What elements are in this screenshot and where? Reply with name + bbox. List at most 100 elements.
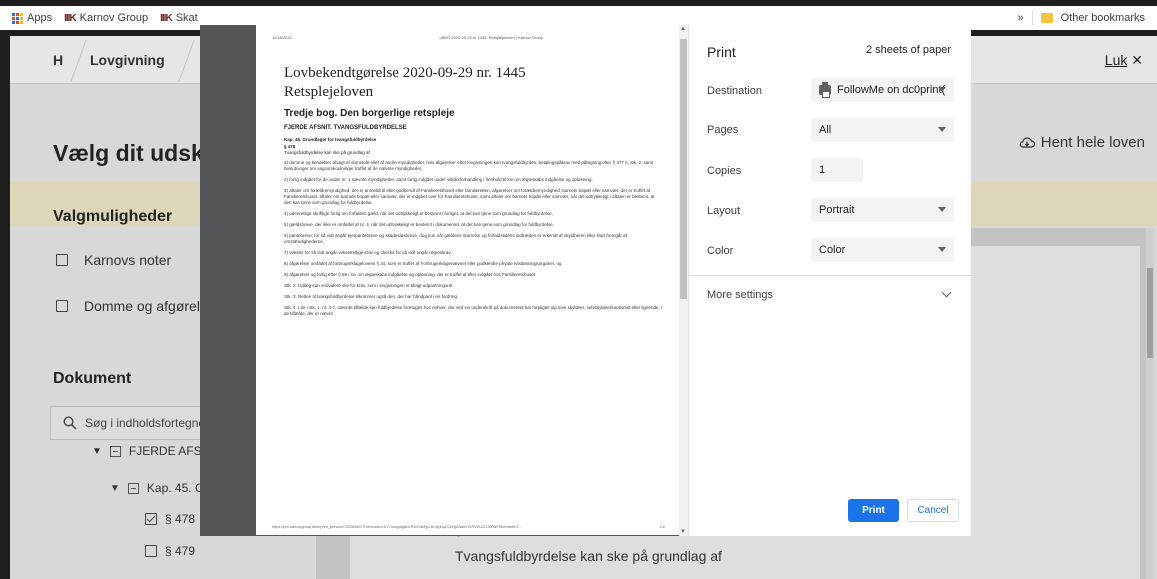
bookmark-skat-label: Skat	[175, 12, 198, 24]
preview-footer: https://pro.karnovgroup.dk/b/print_previ…	[272, 525, 665, 529]
bookmark-karnov-group[interactable]: IIIK Karnov Group	[64, 12, 148, 24]
preview-footer-url: https://pro.karnovgroup.dk/b/print_previ…	[272, 525, 522, 529]
printer-icon	[819, 82, 831, 98]
preview-scrollbar[interactable]: ▲ ▼	[679, 25, 688, 536]
cancel-button[interactable]: Cancel	[907, 499, 959, 522]
bookmarks-overflow-button[interactable]: »	[1018, 12, 1024, 24]
layout-select[interactable]: Portrait	[811, 198, 954, 222]
checkbox-icon[interactable]	[56, 254, 68, 266]
option-label: Domme og afgørelse	[84, 298, 215, 314]
preview-title-line-2: Retsplejeloven	[284, 84, 374, 100]
sheet-count: 2 sheets of paper	[865, 44, 951, 56]
preview-paragraph: 5) gældsbreve, der ikke er omfattet af n…	[284, 222, 554, 227]
breadcrumb-divider	[178, 40, 195, 82]
download-all-label: Hent hele loven	[1040, 134, 1145, 151]
preview-section-heading: FJERDE AFSNIT. TVANGSFULDBYRDELSE	[284, 125, 407, 131]
document-text: Tvangsfuldbyrdelse kan ske på grundlag a…	[455, 548, 722, 564]
page-scrollbar[interactable]	[1146, 228, 1154, 579]
option-judgments[interactable]: Domme og afgørelse	[56, 298, 215, 314]
search-placeholder: Søg i indholdsfortegnels	[85, 416, 214, 430]
breadcrumb-home[interactable]: H	[53, 52, 63, 68]
download-all-button[interactable]: Hent hele loven	[1019, 134, 1145, 151]
cloud-download-icon	[1019, 136, 1035, 148]
preview-paragraph: 7) veksler for så vidt angår vekselretli…	[284, 250, 452, 255]
preview-paragraph: 6) pantebreve; for så vidt angår ejerpan…	[284, 233, 627, 244]
preview-header-title: LBKG 2020-09-29 nr 1445: Retsplejeloven …	[439, 35, 543, 40]
dropdown-caret-icon	[938, 207, 946, 212]
preview-paragraph: 4) udenretlige skriftlige forlig om forf…	[284, 211, 553, 216]
preview-intro: Tvangsfuldbyrdelse kan ske på grundlag a…	[284, 150, 370, 155]
preview-book-heading: Tredje bog. Den borgerlige retspleje	[284, 108, 455, 119]
checkbox-checked-icon[interactable]	[145, 513, 157, 525]
preview-paragraph: Stk. 2. Udlæg kan endvidere ske for krav…	[284, 283, 454, 288]
tree-item-478[interactable]: § 478	[145, 512, 195, 526]
destination-label: Destination	[707, 85, 763, 97]
apps-grid-icon	[12, 12, 23, 24]
layout-value: Portrait	[819, 204, 855, 216]
color-select[interactable]: Color	[811, 238, 954, 262]
layout-label: Layout	[707, 205, 741, 217]
print-title: Print	[707, 44, 736, 60]
breadcrumb-lovgivning[interactable]: Lovgivning	[90, 52, 165, 68]
color-value: Color	[819, 244, 846, 256]
options-heading: Valgmuligheder	[53, 208, 173, 225]
more-settings-toggle[interactable]: More settings	[707, 289, 773, 301]
karnov-logo-icon: IIIK	[160, 12, 173, 24]
close-link[interactable]: Luk ✕	[1105, 52, 1143, 69]
option-karnov-notes[interactable]: Karnovs noter	[56, 252, 171, 268]
chevron-down-icon[interactable]	[941, 287, 952, 298]
chevron-down-icon[interactable]: ▼	[110, 483, 120, 494]
scroll-down-icon[interactable]: ▼	[680, 529, 686, 535]
destination-value: FollowMe on dc0print(	[837, 84, 946, 96]
settings-divider	[689, 275, 971, 276]
preview-sheet: 11/18/2020 LBKG 2020-09-29 nr 1445: Rets…	[256, 25, 679, 535]
print-settings-panel: Print 2 sheets of paper Destination Foll…	[688, 25, 971, 536]
preview-paragraph: 1) domme og kendelser afsagt af domstole…	[284, 160, 654, 171]
checkbox-icon[interactable]	[145, 545, 157, 557]
print-button[interactable]: Print	[848, 499, 899, 522]
bookmark-apps[interactable]: Apps	[12, 12, 52, 24]
bookmark-karnov-label: Karnov Group	[79, 12, 149, 24]
preview-paragraph-number: § 478	[284, 144, 296, 149]
bookmark-skat[interactable]: IIIK Skat	[160, 12, 198, 24]
copies-input[interactable]: 1	[811, 158, 863, 182]
scrollbar-thumb[interactable]	[680, 39, 687, 299]
collapse-icon[interactable]	[127, 482, 139, 494]
color-label: Color	[707, 245, 734, 257]
pages-select[interactable]: All	[811, 118, 954, 142]
preview-paragraph: 9) afgørelser og forlig efter § 58 i lov…	[284, 272, 537, 277]
dropdown-caret-icon	[938, 247, 946, 252]
dropdown-caret-icon	[938, 127, 946, 132]
option-label: Karnovs noter	[84, 252, 172, 268]
other-bookmarks-link[interactable]: Other bookmarks	[1061, 12, 1145, 24]
tree-item-479[interactable]: § 479	[145, 544, 195, 558]
dropdown-caret-icon	[938, 87, 946, 92]
preview-paragraph: 3) aftaler om forældremyndighed, der er …	[284, 188, 655, 205]
preview-paragraph: 2) forlig indgået for de under nr. 1 næv…	[284, 177, 593, 182]
preview-header: 11/18/2020 LBKG 2020-09-29 nr 1445: Rets…	[272, 35, 663, 40]
pages-value: All	[819, 124, 832, 136]
preview-paragraph: Stk. 3. Retten til tvangsfuldbyrdelse ti…	[284, 294, 459, 299]
chevron-down-icon[interactable]: ▼	[92, 446, 102, 457]
preview-header-date: 11/18/2020	[272, 35, 292, 40]
copies-value: 1	[819, 164, 826, 176]
bookmark-apps-label: Apps	[27, 12, 53, 24]
preview-paragraph: Stk. 4. I de i stk. 1, nr. 4-7, nævnte t…	[284, 305, 663, 316]
bookmarks-right: » Other bookmarks	[1018, 6, 1145, 30]
scroll-up-icon[interactable]: ▲	[680, 26, 686, 32]
preview-title-line-1: Lovbekendtgørelse 2020-09-29 nr. 1445	[284, 65, 526, 81]
karnov-logo-icon: IIIK	[64, 12, 77, 24]
scrollbar-thumb[interactable]	[1147, 268, 1153, 358]
copies-label: Copies	[707, 165, 742, 177]
bookmarks-separator	[1031, 11, 1033, 25]
checkbox-icon[interactable]	[56, 300, 68, 312]
destination-select[interactable]: FollowMe on dc0print(	[811, 78, 954, 102]
preview-paragraph: 8) afgørelser omfattet af forbrugerklage…	[284, 261, 562, 266]
breadcrumb-divider	[70, 40, 87, 82]
close-label: Luk	[1104, 52, 1128, 68]
tree-item-label: § 478	[165, 512, 196, 526]
tree-item-label: § 479	[165, 544, 196, 558]
collapse-icon[interactable]	[109, 445, 121, 457]
preview-footer-page: 1/2	[659, 525, 665, 529]
page-title: Vælg dit udskri	[53, 140, 220, 166]
